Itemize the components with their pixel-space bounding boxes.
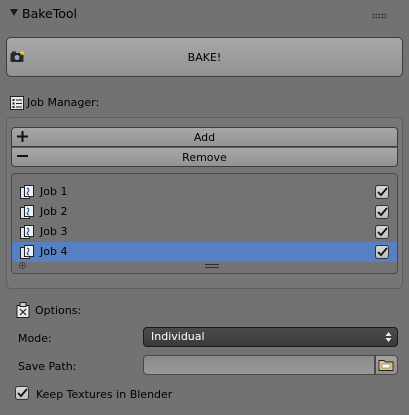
- checkmark-icon: [377, 207, 388, 217]
- job-name: Job 2: [40, 205, 68, 218]
- keep-textures-label: Keep Textures in Blender: [36, 388, 173, 401]
- camera-icon: [10, 50, 25, 62]
- bake-button-label: BAKE!: [187, 50, 222, 64]
- checkmark-icon: [377, 247, 388, 257]
- checkmark-icon: [17, 388, 28, 398]
- options-label: Options:: [35, 304, 82, 317]
- job-enabled-checkbox[interactable]: [375, 185, 389, 199]
- plus-icon: [17, 131, 28, 142]
- list-item[interactable]: [12, 202, 397, 222]
- job-name: Job 3: [40, 225, 68, 238]
- checkmark-icon: [377, 227, 388, 237]
- job-name: Job 1: [40, 185, 68, 198]
- list-resize-grip-icon[interactable]: [205, 264, 219, 268]
- minus-icon: [17, 155, 28, 157]
- list-item[interactable]: [12, 182, 397, 202]
- mode-dropdown[interactable]: Individual: [143, 327, 398, 347]
- job-enabled-checkbox[interactable]: [375, 225, 389, 239]
- job-icon: [20, 225, 34, 239]
- job-enabled-checkbox[interactable]: [375, 245, 389, 259]
- list-filter-icon[interactable]: [19, 262, 26, 269]
- dropdown-arrows-icon: [385, 332, 392, 342]
- save-path-label: Save Path:: [18, 360, 77, 373]
- mode-value: Individual: [151, 330, 205, 343]
- remove-job-button[interactable]: Remove: [11, 147, 398, 167]
- list-item-selected[interactable]: [12, 242, 397, 262]
- drag-grip-icon[interactable]: [372, 13, 386, 19]
- bake-button[interactable]: BAKE!: [6, 37, 403, 77]
- keep-textures-checkbox[interactable]: [15, 386, 29, 400]
- checkmark-icon: [377, 187, 388, 197]
- add-job-label: Add: [193, 130, 216, 144]
- options-icon: [16, 302, 30, 318]
- save-path-input[interactable]: [143, 355, 375, 375]
- job-name: Job 4: [40, 245, 68, 258]
- job-icon: [20, 245, 34, 259]
- mode-label: Mode:: [18, 332, 52, 345]
- folder-icon: [378, 360, 394, 371]
- list-icon: [10, 96, 24, 110]
- job-icon: [20, 185, 34, 199]
- job-icon: [20, 205, 34, 219]
- add-job-button[interactable]: Add: [11, 127, 398, 147]
- remove-job-label: Remove: [182, 150, 227, 164]
- panel-title: BakeTool: [22, 6, 77, 21]
- browse-folder-button[interactable]: [375, 355, 398, 375]
- job-manager-label: Job Manager:: [27, 96, 100, 109]
- list-item[interactable]: [12, 222, 397, 242]
- collapse-arrow-icon[interactable]: [10, 9, 18, 16]
- job-enabled-checkbox[interactable]: [375, 205, 389, 219]
